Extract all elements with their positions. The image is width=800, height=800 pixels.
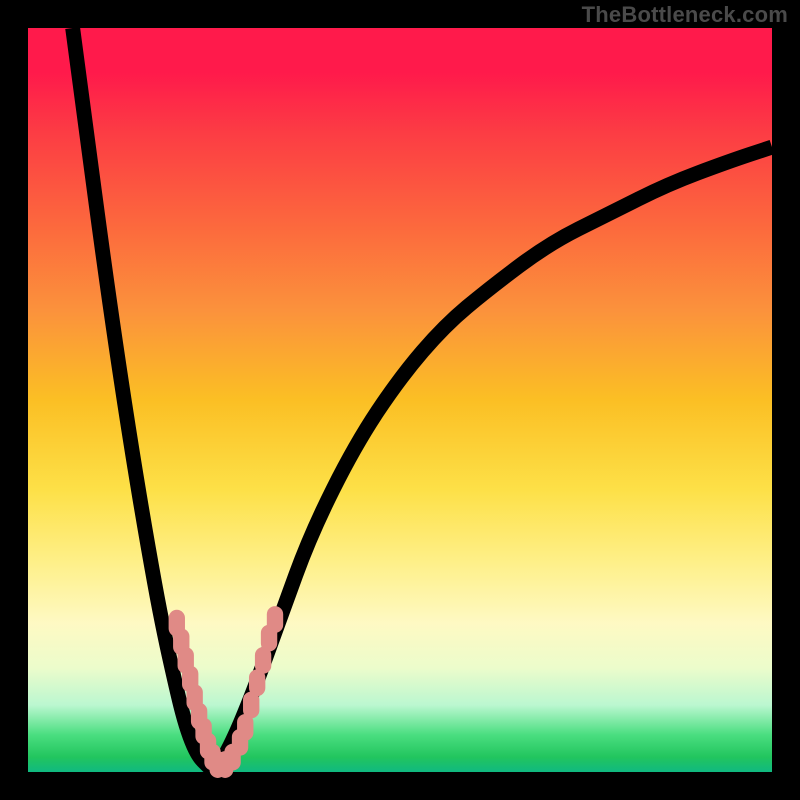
data-marker — [267, 606, 283, 633]
chart-svg — [28, 28, 772, 772]
chart-frame: TheBottleneck.com — [0, 0, 800, 800]
watermark-text: TheBottleneck.com — [582, 2, 788, 28]
curve-right-branch — [214, 147, 772, 772]
plot-area — [28, 28, 772, 772]
data-markers — [169, 606, 284, 778]
